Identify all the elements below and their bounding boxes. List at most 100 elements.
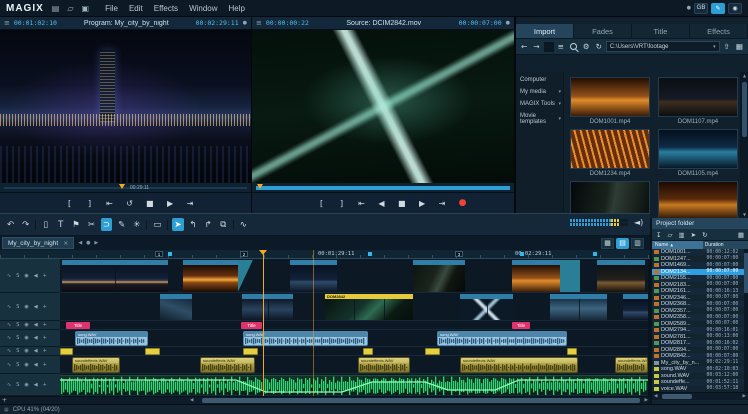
menu-item[interactable]: Edit <box>129 4 143 13</box>
DOM2589...[interactable]: DOM2589... 00:00:07:00 <box>652 321 748 328</box>
track-header-video-1[interactable]: ∿S◉◀+ <box>0 259 60 293</box>
path-dropdown[interactable]: C:\Users\VRT\footage ▾ <box>606 41 720 52</box>
program-video-display[interactable] <box>0 30 251 183</box>
sidebar-item[interactable]: Computer <box>516 74 563 86</box>
track-control-icon[interactable]: ∿ <box>7 273 11 279</box>
zoom-in-icon[interactable]: + <box>2 397 7 404</box>
track-control-icon[interactable]: S <box>16 322 19 328</box>
DOM2842...[interactable]: DOM2842... 00:00:07:00 <box>652 353 748 360</box>
duration-column-header[interactable]: Duration <box>703 241 748 249</box>
video-thumbnail[interactable] <box>658 129 738 169</box>
volume-envelope[interactable] <box>60 376 648 395</box>
track-control-icon[interactable]: ◉ <box>24 304 28 310</box>
curve-mode-button[interactable]: ∿ <box>238 218 249 231</box>
sfx-clip[interactable] <box>363 348 373 355</box>
track-control-icon[interactable]: + <box>43 273 47 279</box>
track-control-icon[interactable]: ◉ <box>24 382 28 388</box>
title-clip[interactable]: Title <box>512 322 530 329</box>
refresh-button[interactable]: ↻ <box>594 40 604 53</box>
track-control-icon[interactable]: ◉ <box>24 362 28 368</box>
cue-marker[interactable] <box>593 252 597 256</box>
search-button[interactable] <box>568 40 579 53</box>
import-button[interactable]: ↧ <box>654 230 663 240</box>
title-button[interactable]: T <box>55 218 66 231</box>
video-clip[interactable] <box>460 294 513 320</box>
effects-button[interactable]: ✳ <box>131 218 142 231</box>
refresh-button[interactable]: ↻ <box>700 230 709 240</box>
grid-view-button[interactable]: ▦ <box>736 230 746 240</box>
language-badge[interactable]: GB <box>694 3 708 14</box>
video-thumbnail[interactable] <box>658 181 738 221</box>
sfx-clip[interactable] <box>60 348 73 355</box>
monitor-menu-icon[interactable]: ≡ <box>4 19 10 27</box>
video-clip[interactable] <box>183 260 238 292</box>
mixer-button[interactable]: ▦ <box>601 238 614 249</box>
close-icon[interactable]: × <box>63 240 68 247</box>
range-end-marker[interactable] <box>313 250 314 396</box>
DOM2183...[interactable]: DOM2183... 00:00:07:00 <box>652 282 748 289</box>
project-hscrollbar[interactable]: ◀ ▶ <box>652 392 748 400</box>
scrub-playhead-marker[interactable] <box>119 184 125 189</box>
My_city_by_n...[interactable]: My_city_by_n... 00:02:29:11 <box>652 360 748 367</box>
menu-item[interactable]: Window <box>189 4 217 13</box>
olive-clip[interactable]: soundeffects.WAV <box>200 357 255 373</box>
sfx-clip[interactable] <box>243 348 258 355</box>
video-thumbnail[interactable] <box>570 77 650 117</box>
track-control-icon[interactable]: + <box>43 335 47 341</box>
sidebar-item[interactable]: My media ▾ <box>516 86 563 98</box>
track-control-icon[interactable]: ◀ <box>34 273 38 279</box>
track-control-icon[interactable]: ∿ <box>7 322 11 328</box>
audio-clip[interactable]: song.WAV <box>437 331 567 346</box>
track-control-icon[interactable]: S <box>16 273 19 279</box>
video-clip[interactable] <box>413 260 465 292</box>
track-control-icon[interactable]: + <box>43 304 47 310</box>
forward-button[interactable]: → <box>531 40 541 53</box>
media-pool-toggle-button[interactable]: ▤ <box>616 238 629 249</box>
track-control-icon[interactable]: ◉ <box>24 322 28 328</box>
track-control-icon[interactable]: ◀ <box>34 304 38 310</box>
name-column-header[interactable]: Name ▲ <box>652 241 703 249</box>
scroll-left-icon[interactable]: ◀ <box>190 398 193 403</box>
undo-button[interactable]: ↶ <box>5 218 16 231</box>
timeline-hscrollbar[interactable]: + ◀ ▶ <box>0 396 650 404</box>
set-out-button[interactable]: ] <box>336 197 347 210</box>
object-grouping-button[interactable]: ▭ <box>151 218 163 231</box>
DOM2781...[interactable]: DOM2781... 00:00:13:00 <box>652 334 748 341</box>
audio-clip[interactable]: song.WAV <box>243 331 368 346</box>
tool-button[interactable] <box>167 220 168 230</box>
track-control-icon[interactable]: ◉ <box>24 335 28 341</box>
DOM1469...[interactable]: DOM1469... 00:00:07:00 <box>652 262 748 269</box>
media-pool-scrollbar[interactable]: ▲ ▼ <box>740 72 748 218</box>
plain-clip[interactable] <box>560 260 580 292</box>
track-control-icon[interactable]: ◀ <box>34 348 38 354</box>
DOM2155...[interactable]: DOM2155... 00:00:07:00 <box>652 275 748 282</box>
scrollbar-thumb[interactable] <box>202 398 640 403</box>
play-button[interactable]: ▶ <box>417 197 428 210</box>
stop-button[interactable]: ■ <box>144 197 156 210</box>
monitor-menu-icon[interactable]: ≡ <box>256 19 262 27</box>
track-control-icon[interactable]: + <box>43 362 47 368</box>
menu-item[interactable]: Help <box>229 4 245 13</box>
video-clip[interactable] <box>160 294 192 320</box>
track-control-icon[interactable]: ∿ <box>7 304 11 310</box>
scroll-down-icon[interactable]: ▼ <box>741 212 748 217</box>
tree-view-button[interactable]: ≡ <box>556 40 566 53</box>
redo-button[interactable]: ↷ <box>20 218 31 231</box>
sidebar-item[interactable]: MAGIX Tools ▾ <box>516 98 563 110</box>
DOM2134...[interactable]: DOM2134... 00:00:07:00 <box>652 269 748 276</box>
track-header-titles[interactable]: ∿ S ◉ ◀ + <box>0 321 60 330</box>
video-clip[interactable] <box>550 294 607 320</box>
DOM1107.mp4[interactable]: DOM1107.mp4 <box>658 77 738 126</box>
track-control-icon[interactable]: S <box>16 362 19 368</box>
DOM2368...[interactable]: DOM2368... 00:00:07:00 <box>652 301 748 308</box>
fadeout-clip[interactable] <box>238 260 253 292</box>
DOM2346...[interactable]: DOM2346... 00:00:07:00 <box>652 295 748 302</box>
delete-button[interactable]: ▯ <box>40 218 51 231</box>
track-control-icon[interactable]: + <box>43 322 47 328</box>
track-control-icon[interactable]: ◀ <box>34 322 38 328</box>
video-clip[interactable] <box>597 260 645 292</box>
pointer-button[interactable]: ➤ <box>689 230 698 240</box>
DOM1001...[interactable]: DOM1001... 00:00:12:02 <box>652 249 748 256</box>
video-clip[interactable] <box>242 294 293 320</box>
DOM2794...[interactable]: DOM2794... 00:00:16:01 <box>652 327 748 334</box>
